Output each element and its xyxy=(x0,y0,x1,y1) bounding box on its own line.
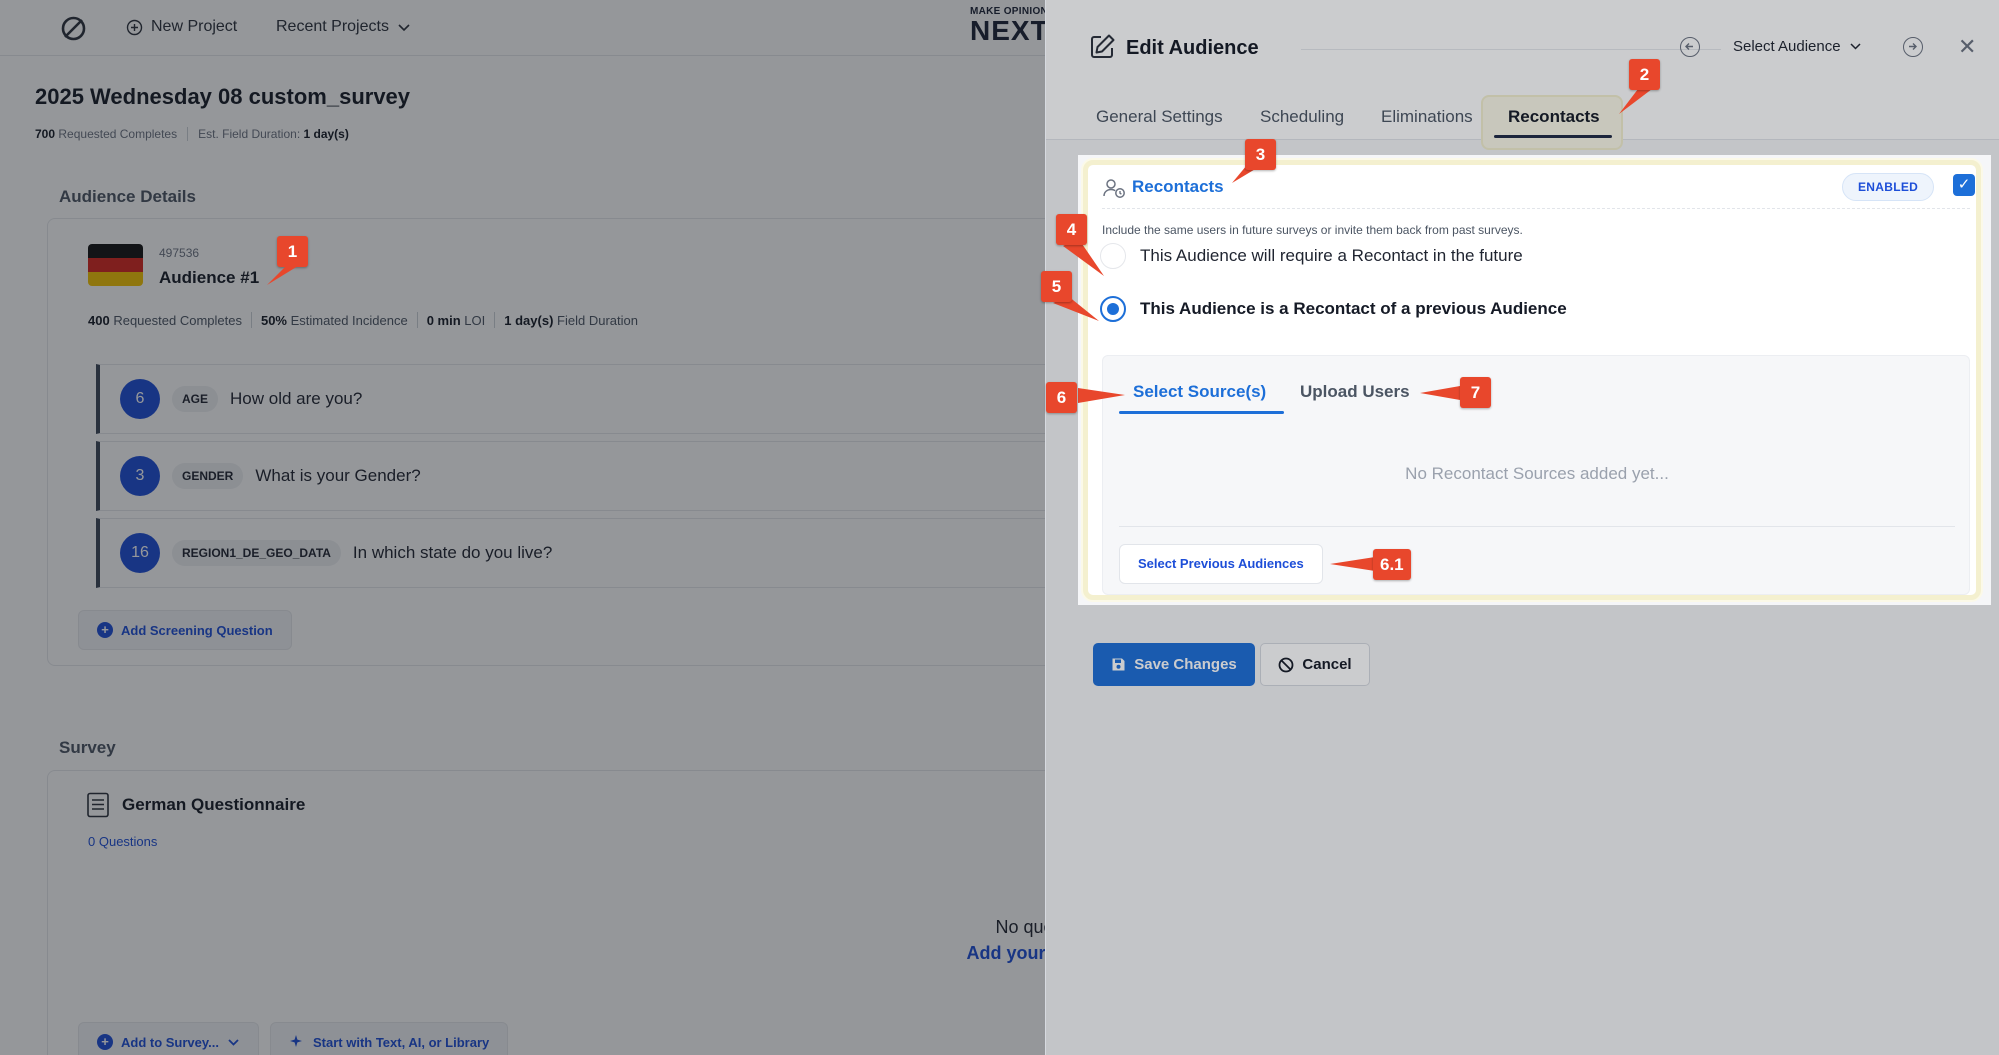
callout-6-1: 6.1 xyxy=(1373,549,1411,580)
callout-2: 2 xyxy=(1629,59,1660,90)
callout-3: 3 xyxy=(1245,139,1276,170)
callout-7: 7 xyxy=(1460,377,1491,408)
callout-4: 4 xyxy=(1056,214,1087,245)
callout-arrows xyxy=(267,89,1652,571)
callout-5: 5 xyxy=(1041,271,1072,302)
callout-6: 6 xyxy=(1046,382,1077,413)
